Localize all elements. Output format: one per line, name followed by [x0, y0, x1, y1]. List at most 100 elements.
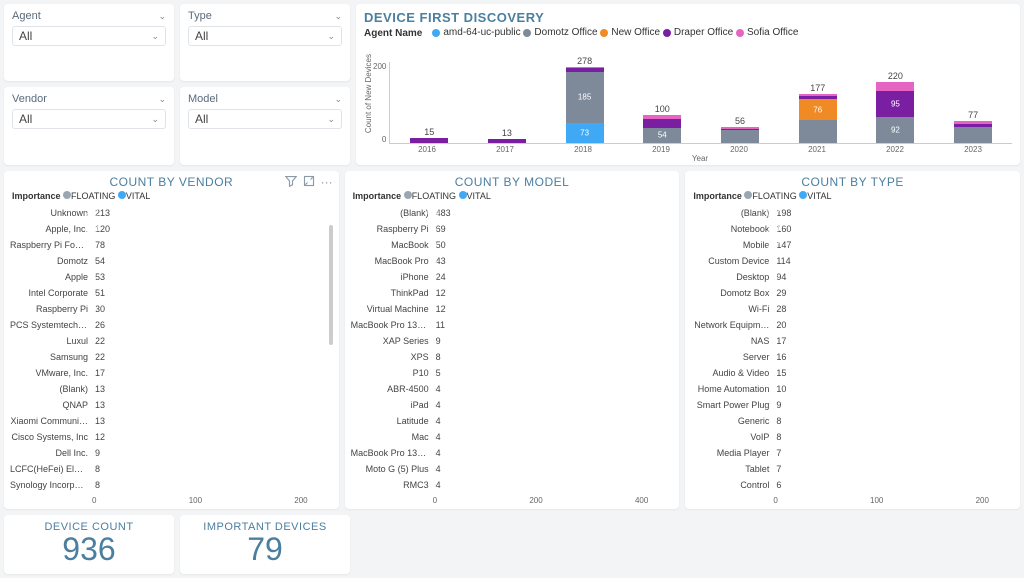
- bar-row[interactable]: ThinkPad12: [351, 285, 674, 301]
- bar-segment[interactable]: 76: [799, 99, 837, 120]
- legend-item[interactable]: New Office: [600, 27, 660, 38]
- bar-row[interactable]: Notebook160160: [691, 221, 1014, 237]
- bar-row[interactable]: Apple, Inc.120120: [10, 221, 333, 237]
- bar-row[interactable]: Intel Corporate5151: [10, 285, 333, 301]
- bar-row[interactable]: MacBook Pro 13"…4: [351, 445, 674, 461]
- chevron-down-icon[interactable]: ⌄: [334, 11, 342, 22]
- bar-row[interactable]: (Blank)197198: [691, 205, 1014, 221]
- bar-row[interactable]: VoIP8: [691, 429, 1014, 445]
- bar-segment[interactable]: [643, 115, 681, 119]
- legend-item[interactable]: Domotz Office: [523, 27, 597, 38]
- bar-row[interactable]: LCFC(HeFei) Elect…8: [10, 461, 333, 477]
- bar-segment[interactable]: [954, 127, 992, 142]
- bar-row[interactable]: Smart Power Plug9: [691, 397, 1014, 413]
- bar-row[interactable]: PCS Systemtechn…2426: [10, 317, 333, 333]
- bar-row[interactable]: Domotz Box2929: [691, 285, 1014, 301]
- bar-segment[interactable]: [721, 127, 759, 129]
- bar-row[interactable]: Apple5353: [10, 269, 333, 285]
- legend-item[interactable]: Draper Office: [663, 27, 733, 38]
- bar-row[interactable]: (Blank)13: [10, 381, 333, 397]
- bar-segment[interactable]: [876, 82, 914, 91]
- more-options-icon[interactable]: ···: [321, 175, 333, 190]
- bar-segment[interactable]: 95: [876, 91, 914, 117]
- bar-row[interactable]: Unknown212213: [10, 205, 333, 221]
- bar-row[interactable]: Virtual Machine12: [351, 301, 674, 317]
- bar-row[interactable]: iPhone2224: [351, 269, 674, 285]
- bar-segment[interactable]: [643, 119, 681, 128]
- bar-row[interactable]: Network Equipm…20: [691, 317, 1014, 333]
- filter-vendor-select[interactable]: All⌄: [12, 109, 166, 129]
- bar-segment[interactable]: [954, 124, 992, 127]
- discovery-yaxis: 2000: [373, 62, 389, 144]
- bar-row[interactable]: Domotz5454: [10, 253, 333, 269]
- vendor-bars[interactable]: Unknown212213Apple, Inc.120120Raspberry …: [10, 205, 333, 495]
- bar-segment[interactable]: 185: [566, 72, 604, 123]
- bar-row[interactable]: Cisco Systems, Inc12: [10, 429, 333, 445]
- bar-row[interactable]: P105: [351, 365, 674, 381]
- legend-item[interactable]: amd-64-uc-public: [432, 27, 520, 38]
- chevron-down-icon[interactable]: ⌄: [334, 94, 342, 105]
- bar-row[interactable]: XPS8: [351, 349, 674, 365]
- bar-segment[interactable]: [799, 120, 837, 142]
- bar-row[interactable]: QNAP13: [10, 397, 333, 413]
- chevron-down-icon: ⌄: [151, 31, 159, 42]
- bar-row[interactable]: Generic8: [691, 413, 1014, 429]
- bar-row[interactable]: Latitude4: [351, 413, 674, 429]
- chevron-down-icon[interactable]: ⌄: [158, 11, 166, 22]
- bar-row[interactable]: Desktop9394: [691, 269, 1014, 285]
- bar-row[interactable]: Synology Incorpo…8: [10, 477, 333, 493]
- bar-row[interactable]: (Blank)44439483: [351, 205, 674, 221]
- bar-row[interactable]: Server16: [691, 349, 1014, 365]
- bar-segment[interactable]: [410, 138, 448, 142]
- bar-segment[interactable]: [721, 129, 759, 130]
- bar-row[interactable]: ABR-45004: [351, 381, 674, 397]
- chevron-down-icon[interactable]: ⌄: [158, 94, 166, 105]
- bar-row[interactable]: Audio & Video15: [691, 365, 1014, 381]
- bar-row[interactable]: VMware, Inc.17: [10, 365, 333, 381]
- bar-row[interactable]: Tablet7: [691, 461, 1014, 477]
- chevron-down-icon: ⌄: [327, 114, 335, 125]
- bar-row[interactable]: MacBook5050: [351, 237, 674, 253]
- bar-segment[interactable]: [799, 94, 837, 96]
- bar-segment[interactable]: [721, 130, 759, 142]
- model-bars[interactable]: (Blank)44439483Raspberry Pi5669MacBook50…: [351, 205, 674, 495]
- bar-row[interactable]: Dell Inc.9: [10, 445, 333, 461]
- filter-type-select[interactable]: All⌄: [188, 26, 342, 46]
- bar-row[interactable]: Mobile147147: [691, 237, 1014, 253]
- bar-row[interactable]: Luxul1822: [10, 333, 333, 349]
- bar-row[interactable]: Home Automation10: [691, 381, 1014, 397]
- bar-row[interactable]: MacBook Pro 13"…11: [351, 317, 674, 333]
- bar-segment[interactable]: [566, 67, 604, 69]
- filter-icon[interactable]: [285, 175, 297, 190]
- bar-segment[interactable]: 73: [566, 123, 604, 143]
- bar-row[interactable]: Mac4: [351, 429, 674, 445]
- focus-mode-icon[interactable]: [303, 175, 315, 190]
- bar-row[interactable]: Raspberry Pi5669: [351, 221, 674, 237]
- bar-row[interactable]: Raspberry Pi2830: [10, 301, 333, 317]
- bar-row[interactable]: iPad4: [351, 397, 674, 413]
- bar-segment[interactable]: [799, 96, 837, 100]
- legend-item[interactable]: Sofia Office: [736, 27, 799, 38]
- bar-row[interactable]: MacBook Pro4343: [351, 253, 674, 269]
- filter-model-select[interactable]: All⌄: [188, 109, 342, 129]
- bar-segment[interactable]: [566, 68, 604, 72]
- bar-row[interactable]: Wi-Fi2728: [691, 301, 1014, 317]
- bar-row[interactable]: XAP Series9: [351, 333, 674, 349]
- bar-row[interactable]: Raspberry Pi Fou…522678: [10, 237, 333, 253]
- bar-row[interactable]: Media Player7: [691, 445, 1014, 461]
- bar-row[interactable]: NAS17: [691, 333, 1014, 349]
- bar-segment[interactable]: 54: [643, 128, 681, 143]
- bar-segment[interactable]: [954, 121, 992, 124]
- bar-row[interactable]: Moto G (5) Plus4: [351, 461, 674, 477]
- filter-agent-select[interactable]: All⌄: [12, 26, 166, 46]
- discovery-bars[interactable]: 151327873185100545617776220929577: [389, 62, 1012, 144]
- type-bars[interactable]: (Blank)197198Notebook160160Mobile147147C…: [691, 205, 1014, 495]
- bar-row[interactable]: Control6: [691, 477, 1014, 493]
- bar-segment[interactable]: [488, 139, 526, 143]
- bar-segment[interactable]: 92: [876, 117, 914, 142]
- bar-row[interactable]: Samsung2122: [10, 349, 333, 365]
- bar-row[interactable]: Custom Device8430114: [691, 253, 1014, 269]
- filter-type: Type⌄ All⌄: [180, 4, 350, 81]
- bar-row[interactable]: Xiaomi Communi…13: [10, 413, 333, 429]
- bar-row[interactable]: RMC34: [351, 477, 674, 493]
